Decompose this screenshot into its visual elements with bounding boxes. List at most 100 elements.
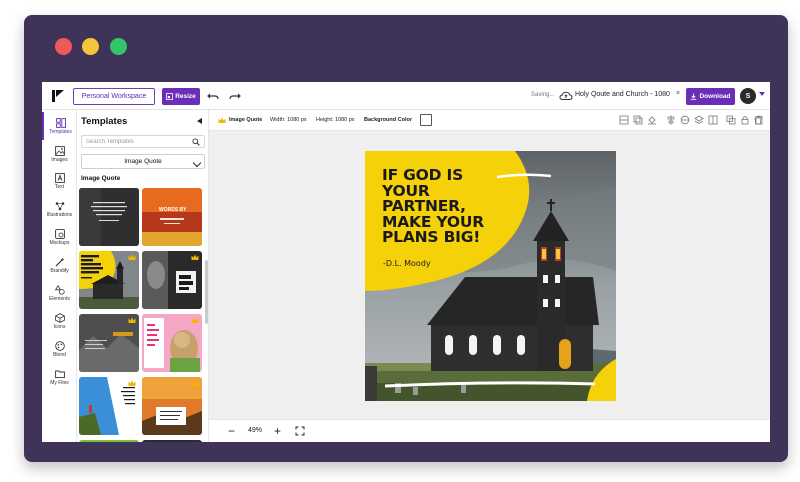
author-text[interactable]: -D.L. Moody (383, 259, 431, 268)
brandify-icon (55, 257, 64, 266)
redo-icon[interactable] (228, 89, 242, 103)
panel-title: Templates (81, 116, 128, 127)
app-window: Personal Workspace Resize Saving... Holy… (42, 82, 770, 442)
template-thumbnail[interactable] (142, 314, 202, 372)
lock-icon[interactable] (740, 115, 750, 125)
layers-icon[interactable] (694, 115, 704, 125)
workspace-button[interactable]: Personal Workspace (73, 88, 155, 105)
zoom-level[interactable]: 49% (248, 427, 262, 434)
close-window-button[interactable] (55, 38, 72, 55)
download-label: Download (699, 93, 731, 100)
search-icon[interactable] (192, 138, 200, 146)
sidebar-item-blend[interactable]: Blend (42, 335, 77, 363)
template-thumbnail[interactable] (79, 440, 139, 442)
quote-line: PLANS BIG! (382, 228, 481, 246)
resize-button[interactable]: Resize (162, 88, 200, 105)
sidebar-item-elements[interactable]: Elements (42, 279, 77, 307)
avatar[interactable]: S (740, 88, 756, 104)
images-icon (54, 145, 65, 156)
canvas-area[interactable]: IF GOD IS YOUR PARTNER, MAKE YOUR PLANS … (209, 131, 770, 419)
download-button[interactable]: Download (686, 88, 735, 105)
resize-icon (166, 93, 174, 100)
sidebar-item-label: Text (54, 183, 65, 190)
premium-crown-icon (191, 317, 199, 323)
template-thumbnail[interactable]: WORDS BY (142, 188, 202, 246)
height-label[interactable]: Height: 1080 px (316, 117, 355, 123)
category-select-value: Image Quote (124, 158, 162, 165)
section-label: Image Quote (81, 175, 121, 182)
template-type-label: Image Quote (229, 117, 263, 123)
minimize-window-button[interactable] (82, 38, 99, 55)
quote-text[interactable]: IF GOD IS YOUR PARTNER, MAKE YOUR PLANS … (382, 167, 484, 246)
template-thumbnail[interactable] (142, 377, 202, 435)
category-select[interactable]: Image Quote (81, 154, 205, 169)
sidebar-item-label: My Files (50, 379, 69, 386)
template-thumbnail[interactable] (79, 188, 139, 246)
premium-crown-icon (191, 380, 199, 386)
copy-icon[interactable] (726, 115, 736, 125)
undo-icon[interactable] (206, 89, 220, 103)
properties-toolbar: Image Quote Width: 1080 px Height: 1080 … (209, 110, 770, 131)
flip-icon[interactable] (708, 115, 718, 125)
fill-icon[interactable] (647, 115, 657, 125)
background-color-swatch[interactable] (420, 114, 432, 126)
chevron-down-icon[interactable] (759, 92, 765, 96)
sidebar-item-text[interactable]: Text (42, 167, 77, 195)
premium-crown-icon (128, 317, 136, 323)
panel-scrollbar[interactable] (205, 260, 208, 324)
elements-icon (54, 284, 65, 295)
layout-icon[interactable] (619, 115, 629, 125)
premium-crown-icon (128, 254, 136, 260)
sidebar-item-label: Mockups (49, 239, 70, 246)
sidebar-item-illustrations[interactable]: Illustrations (42, 195, 77, 223)
icons-icon (54, 312, 65, 323)
sidebar: Templates Images Text Illustrations Mock… (42, 110, 77, 442)
save-status: Saving... (531, 92, 555, 98)
distribute-icon[interactable] (680, 115, 690, 125)
blend-icon (54, 340, 65, 351)
premium-crown-icon (218, 117, 226, 123)
template-thumbnail[interactable] (79, 251, 139, 309)
sidebar-item-label: Brandify (50, 267, 69, 274)
sidebar-item-mockups[interactable]: Mockups (42, 223, 77, 251)
fit-screen-icon[interactable] (295, 426, 305, 436)
template-thumbnail[interactable] (142, 251, 202, 309)
sidebar-item-label: Templates (49, 128, 72, 135)
templates-panel: Templates Image Quote Image Quote (77, 110, 209, 442)
illustrations-icon (55, 201, 64, 210)
text-icon (54, 172, 65, 183)
document-title[interactable]: Holy Qoute and Church - 1080 (575, 91, 670, 98)
search-templates-input[interactable] (81, 135, 205, 148)
top-bar: Personal Workspace Resize Saving... Holy… (42, 82, 770, 110)
width-label[interactable]: Width: 1080 px (270, 117, 307, 123)
duplicate-icon[interactable] (633, 115, 643, 125)
logo-icon[interactable] (51, 89, 65, 103)
collapse-panel-icon[interactable] (197, 118, 202, 124)
zoom-bar: − 49% + (209, 419, 770, 442)
premium-crown-icon (191, 254, 199, 260)
sidebar-item-brandify[interactable]: Brandify (42, 251, 77, 279)
delete-icon[interactable] (753, 115, 763, 125)
zoom-in-button[interactable]: + (274, 424, 281, 438)
background-color-label: Background Color (364, 117, 412, 123)
sidebar-item-my-files[interactable]: My Files (42, 363, 77, 391)
sidebar-item-images[interactable]: Images (42, 140, 77, 168)
download-icon (691, 93, 697, 100)
words-thumbnail-art (142, 188, 202, 246)
template-thumbnail[interactable] (79, 314, 139, 372)
template-thumbnail[interactable] (142, 440, 202, 442)
thumbnail-text: WORDS BY (159, 207, 187, 213)
zoom-out-button[interactable]: − (228, 424, 235, 438)
clear-title-icon[interactable]: × (676, 90, 680, 97)
dark-quote-thumbnail-art (79, 188, 139, 246)
maximize-window-button[interactable] (110, 38, 127, 55)
sidebar-item-label: Blend (53, 351, 66, 358)
sidebar-item-label: Icons (53, 323, 66, 330)
sidebar-item-templates[interactable]: Templates (42, 112, 77, 140)
sidebar-item-label: Images (51, 156, 68, 163)
align-icon[interactable] (666, 115, 676, 125)
template-thumbnail[interactable] (79, 377, 139, 435)
mockups-icon (54, 228, 65, 239)
design-canvas[interactable]: IF GOD IS YOUR PARTNER, MAKE YOUR PLANS … (365, 151, 616, 401)
sidebar-item-icons[interactable]: Icons (42, 307, 77, 335)
